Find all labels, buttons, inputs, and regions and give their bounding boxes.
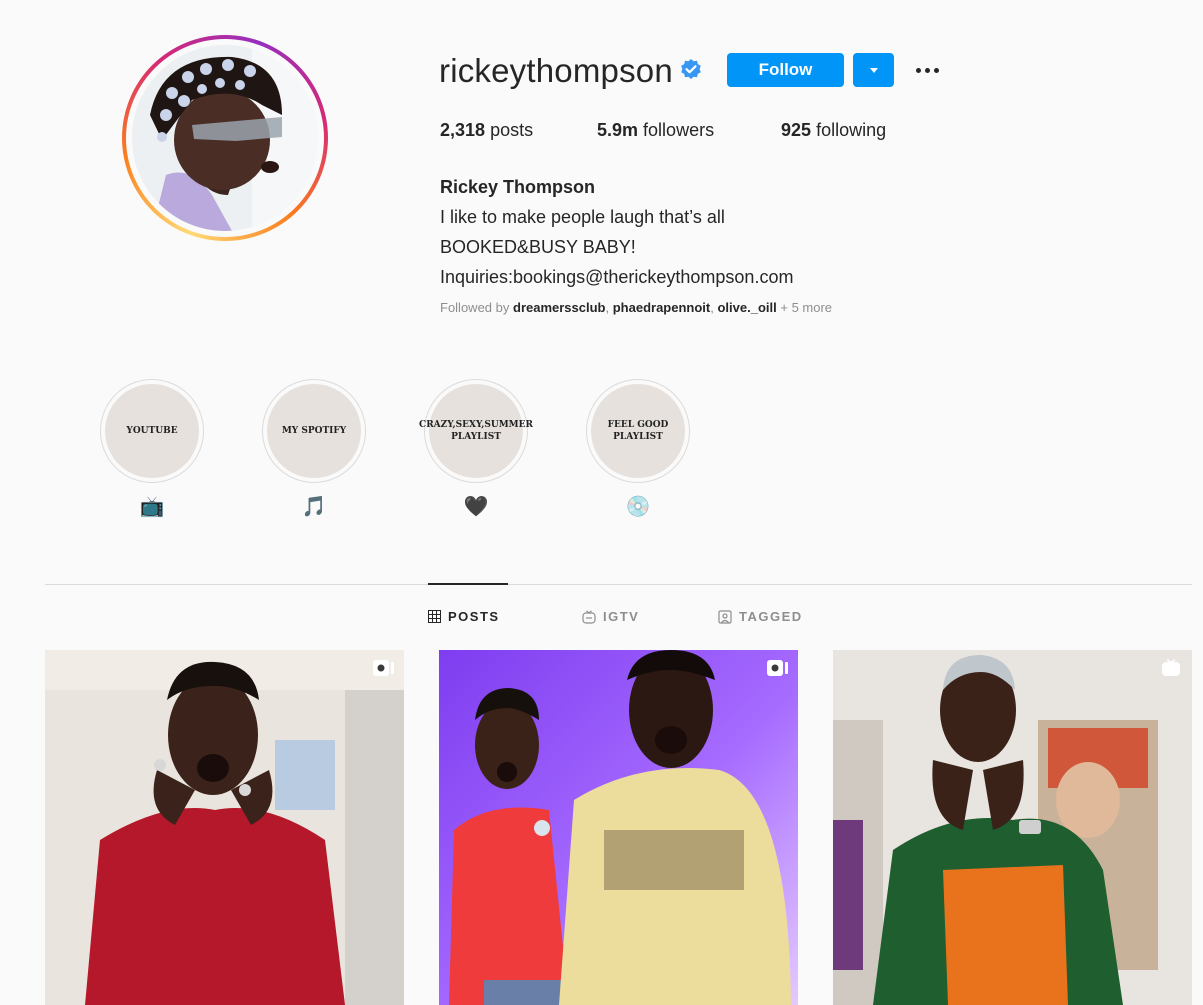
following-count: 925: [781, 120, 812, 140]
post-thumbnail[interactable]: [439, 650, 798, 1005]
following-stat[interactable]: 925 following: [781, 120, 886, 141]
video-icon: [767, 660, 788, 676]
highlight-feel-good-playlist[interactable]: Feel Good Playlist 💿: [586, 379, 690, 519]
followed-by-user[interactable]: phaedrapennoit: [613, 300, 711, 315]
followers-count: 5.9m: [597, 120, 639, 140]
black-heart-icon: 🖤: [463, 496, 489, 518]
tab-igtv-label: IGTV: [603, 609, 640, 624]
verified-badge-icon: [681, 59, 701, 79]
highlight-ring: Crazy,Sexy,Summer Playlist: [419, 379, 533, 483]
dot: [915, 67, 921, 73]
post-thumbnail[interactable]: [833, 650, 1192, 1005]
dot: [933, 67, 939, 73]
post-image: [833, 650, 1192, 1005]
more-options-button[interactable]: [910, 58, 944, 82]
suggested-accounts-button[interactable]: [853, 53, 894, 87]
follow-button[interactable]: Follow: [727, 53, 844, 87]
active-tab-indicator: [428, 583, 508, 585]
profile-avatar[interactable]: [132, 45, 318, 231]
posts-label: posts: [490, 120, 534, 140]
highlight-ring: Feel Good Playlist: [586, 379, 690, 483]
profile-avatar-ring[interactable]: [122, 35, 328, 241]
profile-full-name: Rickey Thompson: [440, 177, 596, 197]
tagged-icon: [718, 609, 732, 624]
highlight-cover-title: My Spotify: [267, 384, 361, 478]
dot: [924, 67, 930, 73]
tab-tagged-label: TAGGED: [739, 609, 803, 624]
highlight-cover-title: Crazy,Sexy,Summer Playlist: [419, 384, 533, 478]
bio-line: BOOKED&BUSY BABY!: [440, 237, 636, 257]
highlight-cover-title: Feel Good Playlist: [591, 384, 685, 478]
tab-igtv[interactable]: IGTV: [582, 609, 639, 624]
chevron-down-icon: [869, 67, 878, 73]
avatar-photo: [132, 45, 318, 231]
bio-line: Inquiries:bookings@therickeythompson.com: [440, 267, 794, 287]
profile-bio: Rickey Thompson I like to make people la…: [440, 172, 793, 292]
highlight-my-spotify[interactable]: My Spotify 🎵: [262, 379, 366, 519]
post-thumbnail[interactable]: [45, 650, 404, 1005]
followed-by[interactable]: Followed by dreamerssclub, phaedrapennoi…: [440, 300, 832, 315]
tab-tagged[interactable]: TAGGED: [718, 609, 803, 624]
highlight-summer-playlist[interactable]: Crazy,Sexy,Summer Playlist 🖤: [419, 379, 533, 519]
video-icon: [373, 660, 394, 676]
bio-line: I like to make people laugh that’s all: [440, 207, 725, 227]
following-label: following: [816, 120, 887, 140]
igtv-icon: [1162, 659, 1180, 676]
posts-count: 2,318: [440, 120, 486, 140]
highlight-ring: Youtube: [100, 379, 204, 483]
post-image: [439, 650, 798, 1005]
followers-label: followers: [643, 120, 715, 140]
followed-by-prefix: Followed by: [440, 300, 510, 315]
tv-icon: 📺: [139, 496, 165, 518]
posts-stat: 2,318 posts: [440, 120, 533, 141]
cd-icon: 💿: [625, 496, 651, 518]
music-note-icon: 🎵: [301, 496, 327, 518]
profile-username: rickeythompson: [439, 52, 673, 89]
highlight-ring: My Spotify: [262, 379, 366, 483]
followers-stat[interactable]: 5.9m followers: [597, 120, 714, 141]
tab-posts-label: POSTS: [448, 609, 500, 624]
grid-icon: [428, 610, 441, 623]
tabs-divider: [45, 584, 1192, 585]
tab-posts[interactable]: POSTS: [428, 609, 500, 624]
followed-by-user[interactable]: olive._oill: [717, 300, 776, 315]
followed-by-more: + 5 more: [780, 300, 833, 315]
highlight-cover-title: Youtube: [105, 384, 199, 478]
followed-by-user[interactable]: dreamerssclub: [513, 300, 606, 315]
post-image: [45, 650, 404, 1005]
igtv-icon: [582, 609, 596, 624]
highlight-youtube[interactable]: Youtube 📺: [100, 379, 204, 519]
